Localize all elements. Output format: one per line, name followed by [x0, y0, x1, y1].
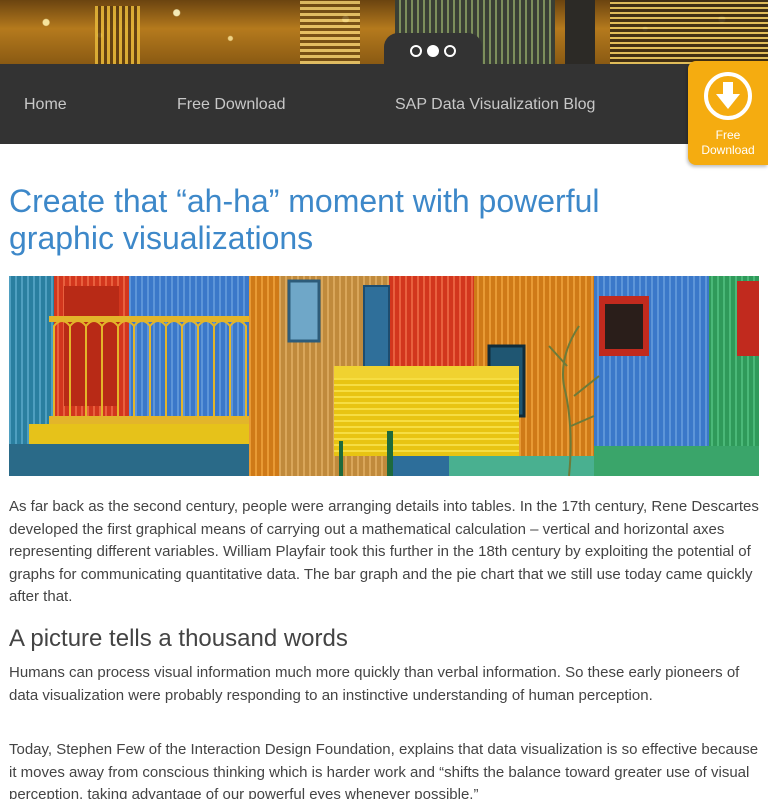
hero-building	[300, 0, 360, 64]
article-paragraph: Today, Stephen Few of the Interaction De…	[9, 741, 759, 799]
hero-building	[95, 6, 140, 64]
free-download-badge-label: Free Download	[701, 128, 755, 157]
article-paragraph: Humans can process visual information mu…	[9, 664, 740, 704]
nav-home-link[interactable]: Home	[24, 96, 67, 114]
page-title: Create that “ah-ha” moment with powerful…	[9, 183, 600, 256]
section-heading: A picture tells a thousand words	[9, 625, 348, 652]
hero-building	[565, 0, 595, 64]
colorful-houses-photo	[9, 276, 759, 476]
nav-free-download-link[interactable]: Free Download	[177, 96, 286, 114]
carousel-dot-2[interactable]	[427, 45, 439, 57]
carousel-dot-1[interactable]	[410, 45, 422, 57]
nav-blog-link[interactable]: SAP Data Visualization Blog	[395, 96, 595, 114]
article-paragraph: As far back as the second century, peopl…	[9, 498, 759, 605]
carousel-dot-3[interactable]	[444, 45, 456, 57]
main-nav: Home Free Download SAP Data Visualizatio…	[0, 64, 768, 144]
download-arrow-icon	[704, 72, 752, 120]
hero-building	[610, 0, 768, 64]
carousel-indicator	[384, 33, 482, 65]
free-download-badge[interactable]: Free Download	[688, 61, 768, 165]
